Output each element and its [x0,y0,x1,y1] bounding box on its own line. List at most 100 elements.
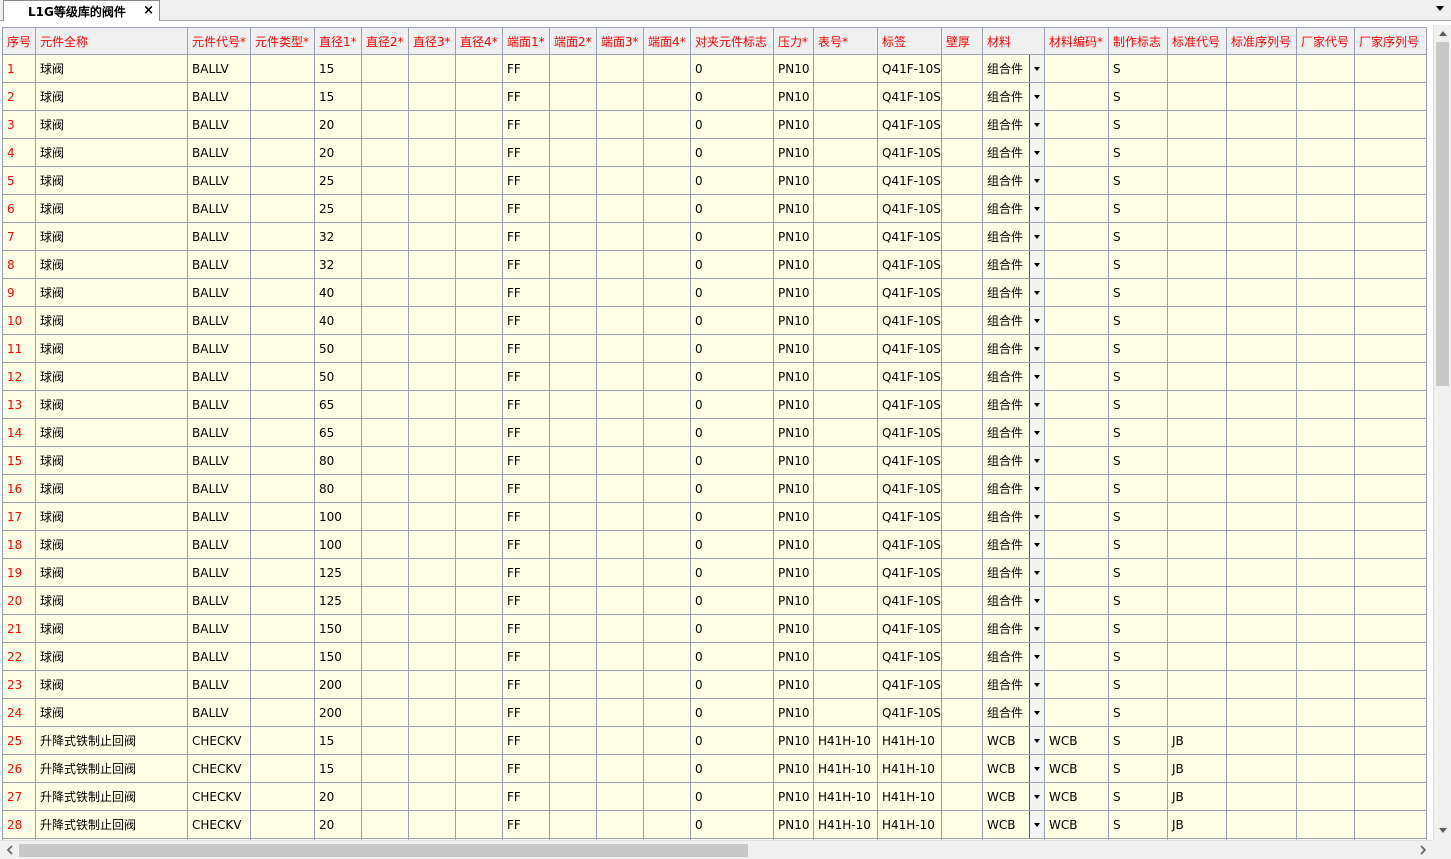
table-cell[interactable]: 组合件 [982,138,1045,167]
material-dropdown-button[interactable] [1029,727,1044,754]
table-cell[interactable]: Q41F-10S [877,418,942,447]
table-cell[interactable] [408,558,456,587]
table-cell[interactable] [455,194,503,223]
table-cell[interactable] [250,418,315,447]
table-cell[interactable]: 0 [690,670,774,699]
table-cell[interactable] [1354,642,1427,671]
table-cell[interactable] [596,614,644,643]
table-cell[interactable]: 150 [314,614,362,643]
table-cell[interactable] [813,362,878,391]
table-cell[interactable]: FF [502,670,550,699]
table-cell[interactable] [643,726,691,755]
table-cell[interactable] [813,642,878,671]
table-cell[interactable] [1226,586,1297,615]
table-cell[interactable] [643,222,691,251]
table-cell[interactable]: 组合件 [982,222,1045,251]
row-index-cell[interactable]: 10 [2,306,36,335]
table-cell[interactable] [361,810,409,839]
table-cell[interactable] [408,726,456,755]
row-index-cell[interactable]: 25 [2,726,36,755]
table-cell[interactable]: 32 [314,250,362,279]
table-cell[interactable] [1296,614,1355,643]
table-cell[interactable] [1167,54,1227,83]
table-cell[interactable]: Q41F-10S [877,334,942,363]
table-cell[interactable]: BALLV [187,558,251,587]
table-cell[interactable] [549,138,597,167]
table-cell[interactable] [813,222,878,251]
table-cell[interactable] [361,782,409,811]
table-cell[interactable]: FF [502,558,550,587]
table-cell[interactable]: PN10 [773,474,814,503]
table-cell[interactable]: FF [502,82,550,111]
material-dropdown-button[interactable] [1029,55,1044,82]
table-cell[interactable] [1354,194,1427,223]
table-cell[interactable] [941,54,983,83]
table-cell[interactable] [1226,362,1297,391]
table-cell[interactable] [1296,782,1355,811]
column-header[interactable]: 壁厚 [941,27,983,55]
table-cell[interactable]: 65 [314,390,362,419]
table-cell[interactable] [361,670,409,699]
table-cell[interactable]: PN10 [773,530,814,559]
table-cell[interactable] [1167,558,1227,587]
table-cell[interactable] [1354,558,1427,587]
table-cell[interactable]: 球阀 [35,530,188,559]
table-cell[interactable] [941,278,983,307]
table-cell[interactable] [361,306,409,335]
table-cell[interactable]: H41H-10 [813,810,878,839]
table-cell[interactable] [1167,362,1227,391]
table-cell[interactable] [643,166,691,195]
table-cell[interactable]: BALLV [187,82,251,111]
table-cell[interactable] [408,306,456,335]
table-cell[interactable]: 0 [690,362,774,391]
table-cell[interactable] [813,250,878,279]
table-cell[interactable] [549,698,597,727]
table-cell[interactable]: 0 [690,166,774,195]
material-dropdown-button[interactable] [1029,279,1044,306]
table-cell[interactable] [1167,642,1227,671]
table-cell[interactable] [549,54,597,83]
table-cell[interactable]: 组合件 [982,586,1045,615]
table-cell[interactable]: FF [502,166,550,195]
table-cell[interactable] [1167,446,1227,475]
table-cell[interactable] [408,138,456,167]
row-index-cell[interactable]: 12 [2,362,36,391]
table-cell[interactable] [813,474,878,503]
table-cell[interactable] [643,530,691,559]
table-cell[interactable]: 组合件 [982,446,1045,475]
table-cell[interactable] [813,138,878,167]
table-cell[interactable] [250,726,315,755]
table-cell[interactable]: 组合件 [982,502,1045,531]
table-cell[interactable] [1044,362,1109,391]
row-index-cell[interactable]: 18 [2,530,36,559]
table-cell[interactable] [813,698,878,727]
document-tab[interactable]: L1G等级库的阀件 × [3,0,160,21]
row-index-cell[interactable]: 17 [2,502,36,531]
table-cell[interactable]: FF [502,138,550,167]
table-cell[interactable] [408,194,456,223]
column-header[interactable]: 直径2* [361,27,409,55]
table-cell[interactable] [250,82,315,111]
table-cell[interactable] [941,418,983,447]
table-cell[interactable] [549,194,597,223]
table-cell[interactable] [408,530,456,559]
table-cell[interactable]: FF [502,782,550,811]
table-cell[interactable]: 球阀 [35,474,188,503]
table-cell[interactable]: PN10 [773,586,814,615]
table-cell[interactable]: 球阀 [35,362,188,391]
row-index-cell[interactable]: 4 [2,138,36,167]
table-cell[interactable]: FF [502,110,550,139]
table-cell[interactable] [1226,558,1297,587]
column-header[interactable]: 端面1* [502,27,550,55]
table-cell[interactable] [643,54,691,83]
table-cell[interactable] [455,306,503,335]
table-cell[interactable] [643,138,691,167]
table-cell[interactable] [1044,166,1109,195]
table-cell[interactable] [813,54,878,83]
table-cell[interactable] [1226,306,1297,335]
table-cell[interactable]: CHECKV [187,782,251,811]
row-index-cell[interactable]: 8 [2,250,36,279]
table-cell[interactable]: S [1108,54,1168,83]
table-cell[interactable]: PN10 [773,614,814,643]
table-cell[interactable] [813,502,878,531]
